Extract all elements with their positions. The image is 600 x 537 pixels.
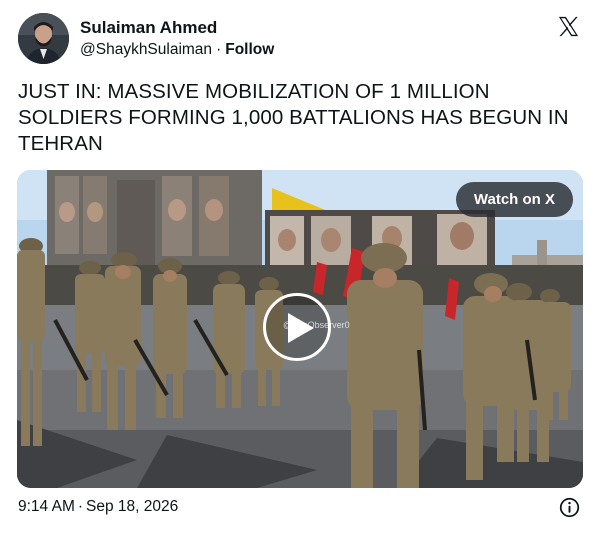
separator-dot: ·: [216, 41, 222, 58]
x-logo-icon[interactable]: [557, 15, 580, 38]
avatar[interactable]: [18, 13, 69, 64]
video-watermark: @IranObserver0: [283, 320, 350, 330]
tweet-time: 9:14 AM: [18, 498, 75, 515]
tweet-text: JUST IN: MASSIVE MOBILIZATION OF 1 MILLI…: [18, 80, 569, 155]
follow-button[interactable]: Follow: [225, 41, 274, 58]
separator-dot: ·: [77, 498, 84, 515]
avatar-photo: [18, 13, 69, 64]
tweet-card: Sulaiman Ahmed @ShaykhSulaiman · Follow JU…: [0, 0, 600, 537]
watch-on-x-button[interactable]: Watch on X: [455, 182, 573, 217]
video-thumbnail[interactable]: Watch on X @IranObserver0: [17, 170, 583, 488]
info-icon[interactable]: [559, 497, 580, 518]
tweet-timestamp[interactable]: 9:14 AM · Sep 18, 2026: [18, 498, 178, 516]
author-handle[interactable]: @ShaykhSulaiman: [80, 41, 212, 58]
author-meta: @ShaykhSulaiman · Follow: [80, 41, 274, 59]
tweet-date: Sep 18, 2026: [86, 498, 179, 515]
author-name[interactable]: Sulaiman Ahmed: [80, 18, 217, 38]
